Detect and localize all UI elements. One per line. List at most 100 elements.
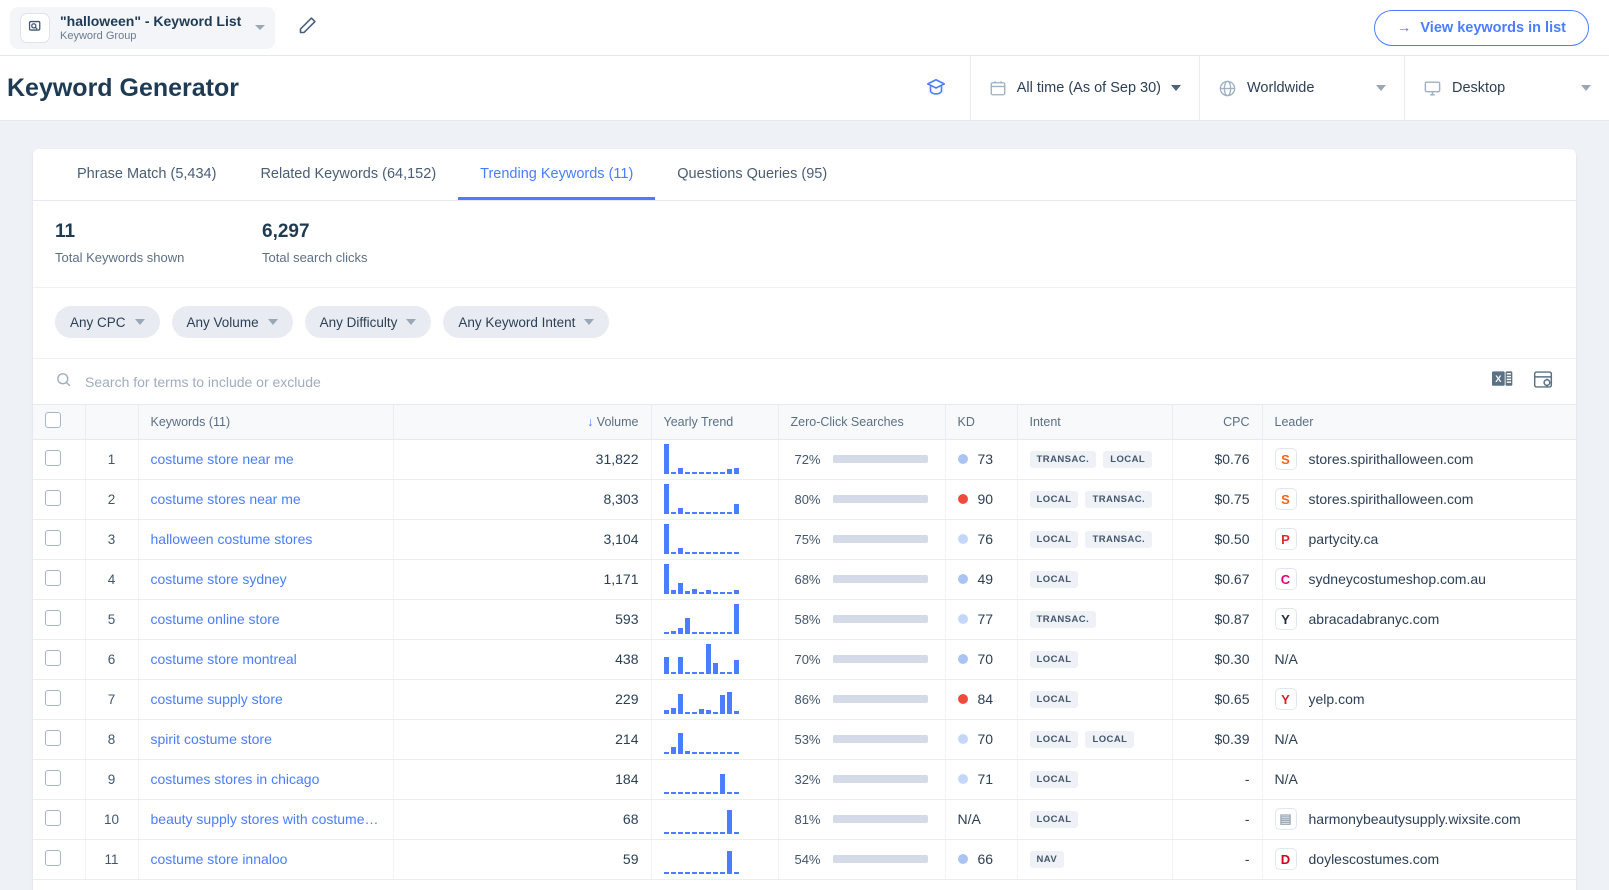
tab-2[interactable]: Trending Keywords (11) (458, 149, 656, 200)
edit-pencil-icon[interactable] (297, 15, 318, 41)
row-checkbox[interactable] (45, 849, 61, 866)
table-row[interactable]: 4 costume store sydney 1,171 68% 49 LOCAL $0.6… (33, 559, 1576, 600)
row-checkbox[interactable] (45, 529, 61, 546)
keyword-link[interactable]: costume store near me (151, 451, 294, 467)
row-checkbox[interactable] (45, 649, 61, 666)
table-row[interactable]: 2 costume stores near me 8,303 80% 90 LOCAL TR… (33, 479, 1576, 520)
keyword-link[interactable]: costume online store (151, 611, 280, 627)
keyword-link[interactable]: costume supply store (151, 691, 283, 707)
stat-label: Total search clicks (262, 250, 368, 265)
intent-badge: LOCAL (1029, 530, 1079, 548)
table-row[interactable]: 10 beauty supply stores with costume… 68 81… (33, 799, 1576, 840)
keyword-link[interactable]: beauty supply stores with costume… (151, 811, 379, 827)
column-header-yearly-trend[interactable]: Yearly Trend (651, 405, 779, 440)
keywords-card: Phrase Match (5,434) Related Keywords (64… (33, 149, 1576, 890)
chevron-down-icon[interactable] (255, 25, 266, 30)
trend-bar (712, 752, 718, 754)
cpc-cell: $0.39 (1172, 719, 1263, 760)
trend-bar (670, 672, 676, 674)
export-excel-icon[interactable]: X (1492, 369, 1514, 394)
date-filter[interactable]: All time (As of Sep 30) (969, 56, 1199, 120)
keyword-group-chip[interactable]: "halloween" - Keyword List Keyword Group (10, 6, 276, 49)
row-checkbox[interactable] (45, 729, 61, 746)
trend-bar (719, 832, 725, 834)
row-index: 7 (85, 679, 139, 720)
trend-bar (705, 552, 711, 554)
view-keywords-in-list-button[interactable]: → View keywords in list (1373, 9, 1589, 46)
yearly-trend-cell (651, 439, 779, 480)
device-filter[interactable]: Desktop (1404, 56, 1609, 120)
kd-difficulty-dot (957, 734, 968, 744)
cpc-cell: $0.67 (1172, 559, 1263, 600)
intent-cell: LOCAL (1017, 639, 1173, 680)
column-header-zero-click-searches[interactable]: Zero-Click Searches (778, 405, 946, 440)
trend-bar (684, 751, 690, 754)
intent-cell: TRANSAC. LOCAL (1017, 439, 1173, 480)
trend-bar (691, 832, 697, 834)
leader-cell: Csydneycostumeshop.com.au (1262, 559, 1576, 600)
tab-1[interactable]: Related Keywords (64,152) (238, 149, 458, 200)
keyword-link[interactable]: costume stores near me (151, 491, 301, 507)
table-settings-icon[interactable] (1532, 369, 1554, 395)
filter-pill-3[interactable]: Any Keyword Intent (443, 306, 610, 338)
trend-bar (712, 632, 718, 634)
column-header-leader[interactable]: Leader (1262, 405, 1576, 440)
tab-3[interactable]: Questions Queries (95) (655, 149, 849, 200)
trend-bar (663, 484, 669, 514)
search-input[interactable] (85, 373, 1479, 390)
trend-bar (698, 552, 704, 554)
kd-value: 71 (977, 771, 994, 787)
trend-bar (677, 548, 683, 554)
column-header-label: Zero-Click Searches (790, 414, 904, 429)
trend-bar (684, 472, 690, 474)
yearly-trend-cell (651, 559, 779, 600)
zero-click-bar (832, 735, 928, 743)
keyword-cell: halloween costume stores (138, 519, 394, 560)
table-row[interactable]: 11 costume store innaloo 59 54% 66 NAV - Ddoyle… (33, 839, 1576, 880)
keyword-link[interactable]: costume store sydney (151, 571, 287, 587)
keyword-link[interactable]: halloween costume stores (151, 531, 313, 547)
column-header-volume[interactable]: ↓ Volume (393, 405, 652, 440)
keyword-link[interactable]: spirit costume store (151, 731, 272, 747)
trend-bar (698, 832, 704, 834)
table-row[interactable]: 8 spirit costume store 214 53% 70 LOCAL LOCAL $… (33, 719, 1576, 760)
trend-bar (684, 618, 690, 634)
kd-cell: 70 (945, 639, 1018, 680)
keyword-link[interactable]: costume store innaloo (151, 851, 288, 867)
location-filter[interactable]: Worldwide (1199, 56, 1404, 120)
keyword-link[interactable]: costumes stores in chicago (151, 771, 320, 787)
row-checkbox[interactable] (45, 689, 61, 706)
row-checkbox[interactable] (45, 569, 61, 586)
stat-value: 6,297 (262, 221, 310, 242)
zero-click-percent: 80% (794, 491, 821, 507)
trend-bar (712, 792, 718, 794)
row-checkbox[interactable] (45, 769, 61, 786)
filter-pill-2[interactable]: Any Difficulty (304, 306, 432, 338)
trend-bar (726, 692, 732, 714)
trend-bar (677, 832, 683, 834)
filter-pill-0[interactable]: Any CPC (55, 306, 160, 338)
column-header-cpc[interactable]: CPC (1172, 405, 1263, 440)
table-row[interactable]: 5 costume online store 593 58% 77 TRANSAC. $0.… (33, 599, 1576, 640)
row-checkbox[interactable] (45, 609, 61, 626)
table-row[interactable]: 7 costume supply store 229 86% 84 LOCAL $0.65 Y… (33, 679, 1576, 720)
column-header-kd[interactable]: KD (945, 405, 1018, 440)
keyword-link[interactable]: costume store montreal (151, 651, 297, 667)
table-row[interactable]: 6 costume store montreal 438 70% 70 LOCAL $0.3… (33, 639, 1576, 680)
row-checkbox[interactable] (45, 809, 61, 826)
row-checkbox[interactable] (45, 449, 61, 466)
column-header-keywords-[interactable]: Keywords (11) (138, 405, 394, 440)
column-header-label: Keywords (11) (150, 414, 231, 429)
column-header-intent[interactable]: Intent (1017, 405, 1173, 440)
trend-bar (691, 672, 697, 674)
filter-pill-1[interactable]: Any Volume (171, 306, 293, 338)
row-checkbox[interactable] (45, 489, 61, 506)
tab-0[interactable]: Phrase Match (5,434) (55, 149, 238, 200)
table-row[interactable]: 9 costumes stores in chicago 184 32% 71 LOCAL… (33, 759, 1576, 800)
trend-bar (691, 872, 697, 874)
table-row[interactable]: 1 costume store near me 31,822 72% 73 TRANSAC… (33, 439, 1576, 480)
academy-button[interactable] (902, 56, 970, 120)
table-row[interactable]: 3 halloween costume stores 3,104 75% 76 LOCAL… (33, 519, 1576, 560)
filter-row: Any CPC Any Volume Any Difficulty Any Keywo… (33, 287, 1576, 358)
select-all-checkbox[interactable] (45, 412, 61, 429)
